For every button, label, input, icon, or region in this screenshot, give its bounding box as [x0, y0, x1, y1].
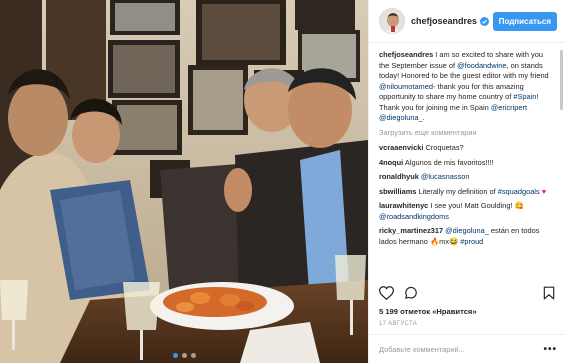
post-caption: chefjoseandres I am so excited to share … [379, 50, 555, 124]
comment-username[interactable]: sbwilliams [379, 187, 416, 196]
comment-item: sbwilliams Literally my definition of #s… [379, 187, 555, 198]
post-sidebar: chefjoseandres Подписаться chefjoseandre… [368, 0, 565, 363]
mention-link[interactable]: @foodandwine [457, 61, 506, 70]
avatar[interactable] [379, 8, 405, 34]
comment-text: Literally my definition of [416, 186, 498, 196]
photo-image [0, 0, 368, 363]
likes-count[interactable]: 5 199 отметок «Нравится» [379, 307, 477, 316]
comment-item: ronaldhyuk @lucasnasson [379, 172, 555, 183]
verified-badge-icon [480, 16, 490, 26]
caption-username[interactable]: chefjoseandres [379, 50, 433, 59]
mention-link[interactable]: @niloumotamed [379, 82, 433, 91]
laughing-emoji-icon: 😂 [449, 236, 459, 246]
post-photo[interactable] [0, 0, 368, 363]
comment-item: ricky_martinez317 @diegoluna_ están en t… [379, 226, 555, 247]
post-actions [379, 286, 418, 300]
hashtag-link[interactable]: #proud [460, 237, 483, 246]
like-heart-icon[interactable] [379, 286, 394, 300]
comment-username[interactable]: 4noqui [379, 158, 403, 167]
comments-scrollbar[interactable] [560, 50, 563, 110]
follow-button[interactable]: Подписаться [492, 11, 557, 31]
mention-link[interactable]: @ericripert [491, 103, 527, 112]
mention-link[interactable]: @lucasnasson [421, 172, 470, 181]
avatar-image [380, 9, 404, 33]
fire-emoji-icon: 🔥 [429, 236, 440, 246]
carousel-indicator [0, 353, 368, 358]
username[interactable]: chefjoseandres [411, 16, 477, 26]
hashtag-link[interactable]: #Spain [513, 92, 536, 101]
mention-link[interactable]: @roadsandkingdoms [379, 212, 449, 221]
comment-bubble-icon[interactable] [404, 286, 418, 300]
comment-text: mx [439, 236, 450, 246]
post-header: chefjoseandres Подписаться [369, 0, 565, 43]
carousel-dot[interactable] [190, 353, 196, 358]
mention-link[interactable]: @diegoluna_ [445, 226, 489, 235]
comments-list[interactable]: chefjoseandres I am so excited to share … [369, 44, 565, 286]
comment-username[interactable]: ronaldhyuk [379, 172, 419, 181]
caption-text: . [422, 113, 425, 122]
comment-item: laurawhitenyc I see you! Matt Goulding! … [379, 201, 555, 222]
add-comment-input[interactable] [379, 344, 539, 354]
comment-username[interactable]: laurawhitenyc [379, 201, 428, 210]
comment-text: I see you! Matt Goulding! [428, 201, 515, 210]
mention-link[interactable]: @diegoluna_ [379, 113, 423, 122]
comment-text: Croquetas? [423, 143, 464, 152]
comment-item: 4noqui Algunos de mis favoritos!!!! [379, 158, 555, 169]
bookmark-icon[interactable] [543, 286, 555, 300]
load-more-comments-link[interactable]: Загрузить еще комментарии [379, 128, 555, 139]
carousel-dot[interactable] [172, 353, 178, 358]
heart-emoji-icon: ♥ [541, 186, 547, 196]
carousel-dot[interactable] [181, 353, 187, 358]
more-options-icon[interactable]: ••• [543, 344, 557, 355]
comment-item: vcraaenvicki Croquetas? [379, 143, 555, 154]
comment-text: Algunos de mis favoritos!!!! [403, 157, 494, 167]
post-date[interactable]: 17 АВГУСТА [379, 321, 417, 327]
comment-username[interactable]: vcraaenvicki [379, 143, 423, 152]
hashtag-link[interactable]: #squadgoals [498, 187, 540, 196]
yum-emoji-icon: 😋 [514, 201, 524, 210]
comment-username[interactable]: ricky_martinez317 [379, 226, 443, 235]
add-comment-bar: ••• [369, 334, 565, 363]
